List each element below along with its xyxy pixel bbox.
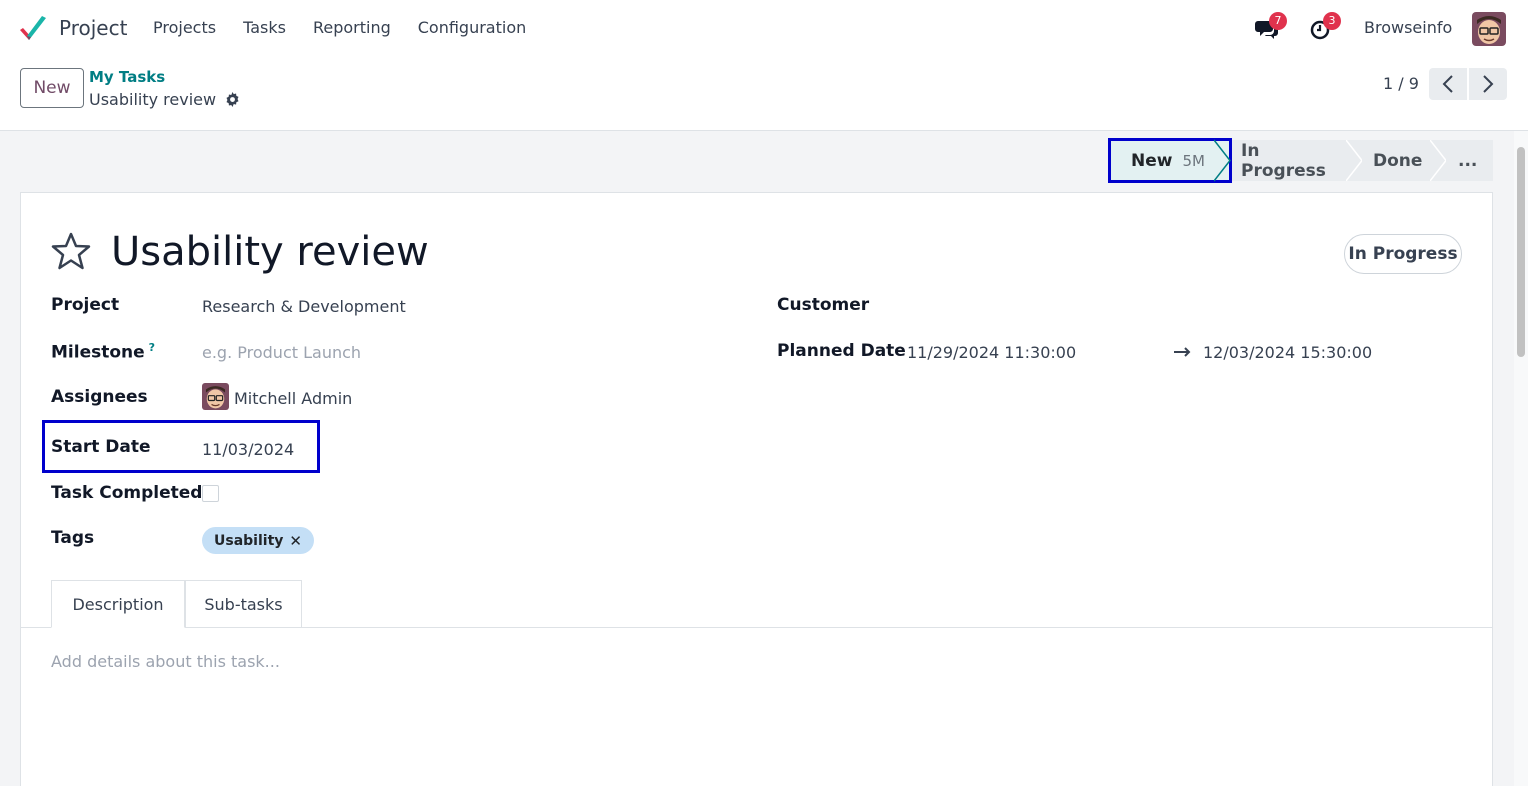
messaging-menu[interactable]: 7	[1255, 12, 1287, 40]
stage-new-label: New	[1131, 150, 1173, 171]
task-completed-label: Task Completed	[51, 483, 203, 503]
stage-new-duration: 5M	[1182, 151, 1205, 170]
messages-badge: 7	[1269, 12, 1287, 30]
chevron-left-icon	[1442, 75, 1453, 93]
start-date-label: Start Date	[51, 437, 151, 457]
menu-reporting[interactable]: Reporting	[313, 18, 391, 37]
user-avatar[interactable]	[1472, 12, 1506, 46]
notebook-tabs: Description Sub-tasks	[21, 580, 1492, 628]
breadcrumb-current: Usability review	[89, 90, 240, 109]
stage-arrow-icon	[1430, 140, 1446, 181]
milestone-field[interactable]: e.g. Product Launch	[202, 343, 361, 362]
star-priority-icon[interactable]	[51, 231, 91, 271]
stage-new-button[interactable]: New 5M	[1108, 138, 1232, 183]
app-name[interactable]: Project	[59, 16, 127, 40]
project-field[interactable]: Research & Development	[202, 297, 406, 316]
customer-label: Customer	[777, 295, 870, 315]
breadcrumb-current-label: Usability review	[89, 90, 217, 109]
avatar-face-icon	[1472, 12, 1506, 46]
pager-next-button[interactable]	[1469, 68, 1507, 100]
project-logo-icon[interactable]	[18, 14, 48, 44]
activities-badge: 3	[1323, 12, 1341, 30]
arrow-right-icon	[1174, 347, 1191, 357]
form-sheet: Usability review In Progress Project Res…	[20, 192, 1493, 786]
activity-menu[interactable]: 3	[1309, 12, 1341, 40]
start-date-field[interactable]: 11/03/2024	[202, 440, 294, 459]
vertical-scrollbar[interactable]	[1514, 131, 1528, 786]
gear-icon[interactable]	[225, 92, 240, 107]
stage-arrow-icon	[1346, 140, 1362, 181]
stage-in-progress-label: In Progress	[1241, 140, 1326, 181]
stage-more-label: ...	[1458, 150, 1478, 171]
new-record-button[interactable]: New	[20, 68, 84, 108]
planned-date-end-field[interactable]: 12/03/2024 15:30:00	[1203, 343, 1372, 362]
assignees-field[interactable]: Mitchell Admin	[234, 389, 352, 408]
stage-in-progress-button[interactable]: In Progress	[1232, 140, 1362, 181]
menu-projects[interactable]: Projects	[153, 18, 216, 37]
task-state-button[interactable]: In Progress	[1344, 234, 1462, 274]
tab-description[interactable]: Description	[51, 580, 185, 628]
milestone-help-tooltip[interactable]: ?	[149, 341, 155, 354]
stage-arrow-icon	[1214, 139, 1231, 182]
main-menu: Projects Tasks Reporting Configuration	[153, 18, 553, 37]
assignee-avatar	[202, 383, 229, 410]
description-editor[interactable]: Add details about this task...	[51, 652, 280, 671]
stage-done-label: Done	[1373, 150, 1423, 171]
scrollbar-thumb[interactable]	[1517, 147, 1525, 357]
milestone-label: Milestone?	[51, 341, 155, 363]
tags-label: Tags	[51, 528, 95, 548]
tag-label: Usability	[214, 532, 284, 549]
top-navbar: Project Projects Tasks Reporting Configu…	[0, 0, 1528, 58]
control-panel: New My Tasks Usability review 1 / 9	[0, 58, 1528, 131]
breadcrumb-parent-link[interactable]: My Tasks	[89, 68, 165, 86]
pager-previous-button[interactable]	[1429, 68, 1467, 100]
pager-value[interactable]: 1 / 9	[1383, 74, 1419, 93]
remove-tag-icon[interactable]: ✕	[289, 532, 302, 550]
task-completed-checkbox[interactable]	[202, 485, 219, 502]
tab-sub-tasks[interactable]: Sub-tasks	[185, 580, 302, 628]
menu-tasks[interactable]: Tasks	[243, 18, 286, 37]
menu-configuration[interactable]: Configuration	[418, 18, 527, 37]
task-title[interactable]: Usability review	[111, 229, 429, 275]
user-name[interactable]: Browseinfo	[1364, 18, 1452, 37]
chevron-right-icon	[1483, 75, 1494, 93]
project-label: Project	[51, 295, 120, 315]
planned-date-label: Planned Date	[777, 341, 906, 361]
planned-date-start-field[interactable]: 11/29/2024 11:30:00	[907, 343, 1076, 362]
milestone-label-text: Milestone	[51, 342, 145, 363]
avatar-face-icon	[202, 383, 229, 410]
tag-usability: Usability ✕	[202, 527, 314, 554]
assignees-label: Assignees	[51, 387, 148, 407]
